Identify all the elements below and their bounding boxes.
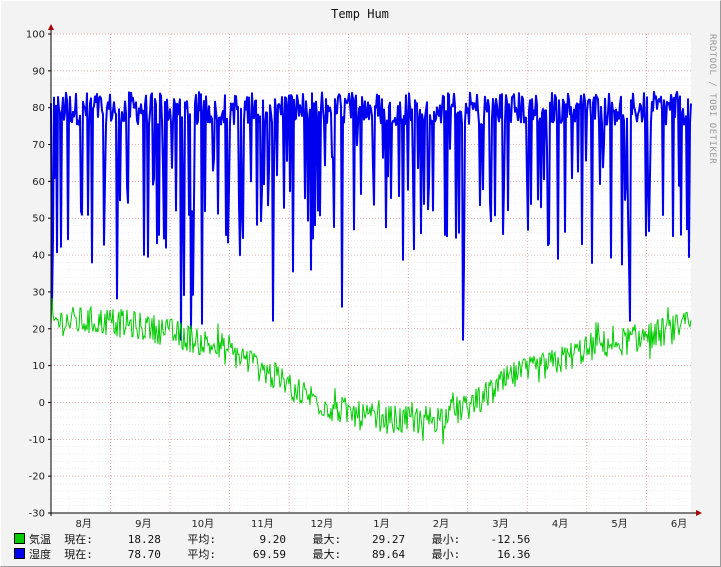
temp-swatch — [14, 533, 25, 544]
temp-max: 29.27 — [372, 533, 406, 546]
label-average: 平均: — [187, 533, 216, 546]
y-tick-label: 0 — [39, 398, 45, 409]
y-tick-label: 50 — [32, 214, 45, 225]
y-tick-label: 90 — [32, 66, 45, 77]
y-tick-label: 70 — [32, 140, 45, 151]
legend-name-temp: 気温 — [29, 533, 51, 546]
x-tick-label: 6月 — [671, 518, 687, 530]
y-tick-label: 10 — [32, 361, 45, 372]
chart-title: Temp Hum — [331, 7, 389, 21]
y-tick-label: -30 — [29, 509, 45, 520]
label-min: 最小: — [431, 533, 461, 546]
rrdtool-watermark: RRDTOOL / TOBI OETIKER — [707, 34, 717, 165]
label-current: 現在: — [64, 533, 93, 546]
x-tick-label: 1月 — [373, 518, 389, 530]
legend-row-hum: 湿度 現在: 78.70 平均: 69.59 最大: 89.64 最小: 16.36 — [14, 546, 530, 562]
y-tick-label: 20 — [32, 324, 45, 335]
legend-row-temp: 気温 現在: 18.28 平均: 9.20 最大: 29.27 最小: -12.56 — [14, 531, 530, 547]
hum-max: 89.64 — [372, 548, 406, 561]
x-tick-label: 3月 — [492, 518, 508, 530]
y-axis-ticks: -30 -20 -10 0 10 20 30 40 50 60 70 80 90 100 — [26, 30, 45, 520]
label-average: 平均: — [187, 548, 216, 561]
temp-min: -12.56 — [490, 533, 531, 546]
temp-current: 18.28 — [127, 533, 161, 546]
x-axis-ticks: 8月 9月 10月 11月 12月 1月 2月 3月 4月 5月 6月 — [76, 518, 688, 530]
chart-canvas: Temp Hum -30 -20 -10 0 10 20 30 40 50 60 70 80 90 100… — [26, 7, 702, 530]
y-tick-label: 40 — [32, 251, 45, 262]
x-tick-label: 8月 — [76, 518, 92, 530]
y-tick-label: 60 — [32, 177, 45, 188]
x-tick-label: 4月 — [552, 518, 568, 530]
hum-swatch — [14, 548, 25, 559]
x-tick-label: 10月 — [191, 518, 214, 530]
label-max: 最大: — [312, 533, 342, 546]
label-min: 最小: — [431, 548, 461, 561]
temp-average: 9.20 — [259, 533, 287, 546]
legend-name-hum: 湿度 — [29, 548, 51, 561]
x-tick-label: 9月 — [135, 518, 151, 530]
hum-current: 78.70 — [127, 548, 161, 561]
x-axis-arrow — [696, 510, 702, 516]
y-tick-label: 30 — [32, 287, 45, 298]
hum-average: 69.59 — [252, 548, 286, 561]
y-tick-label: 80 — [32, 103, 45, 114]
y-tick-label: 100 — [26, 30, 45, 41]
x-tick-label: 11月 — [251, 518, 274, 530]
hum-min: 16.36 — [497, 548, 531, 561]
label-max: 最大: — [312, 548, 342, 561]
x-tick-label: 12月 — [311, 518, 334, 530]
y-axis-arrow — [48, 24, 54, 30]
label-current: 現在: — [64, 548, 93, 561]
x-tick-label: 5月 — [611, 518, 627, 530]
x-tick-label: 2月 — [433, 518, 449, 530]
y-tick-label: -20 — [29, 472, 45, 483]
y-tick-label: -10 — [29, 435, 45, 446]
